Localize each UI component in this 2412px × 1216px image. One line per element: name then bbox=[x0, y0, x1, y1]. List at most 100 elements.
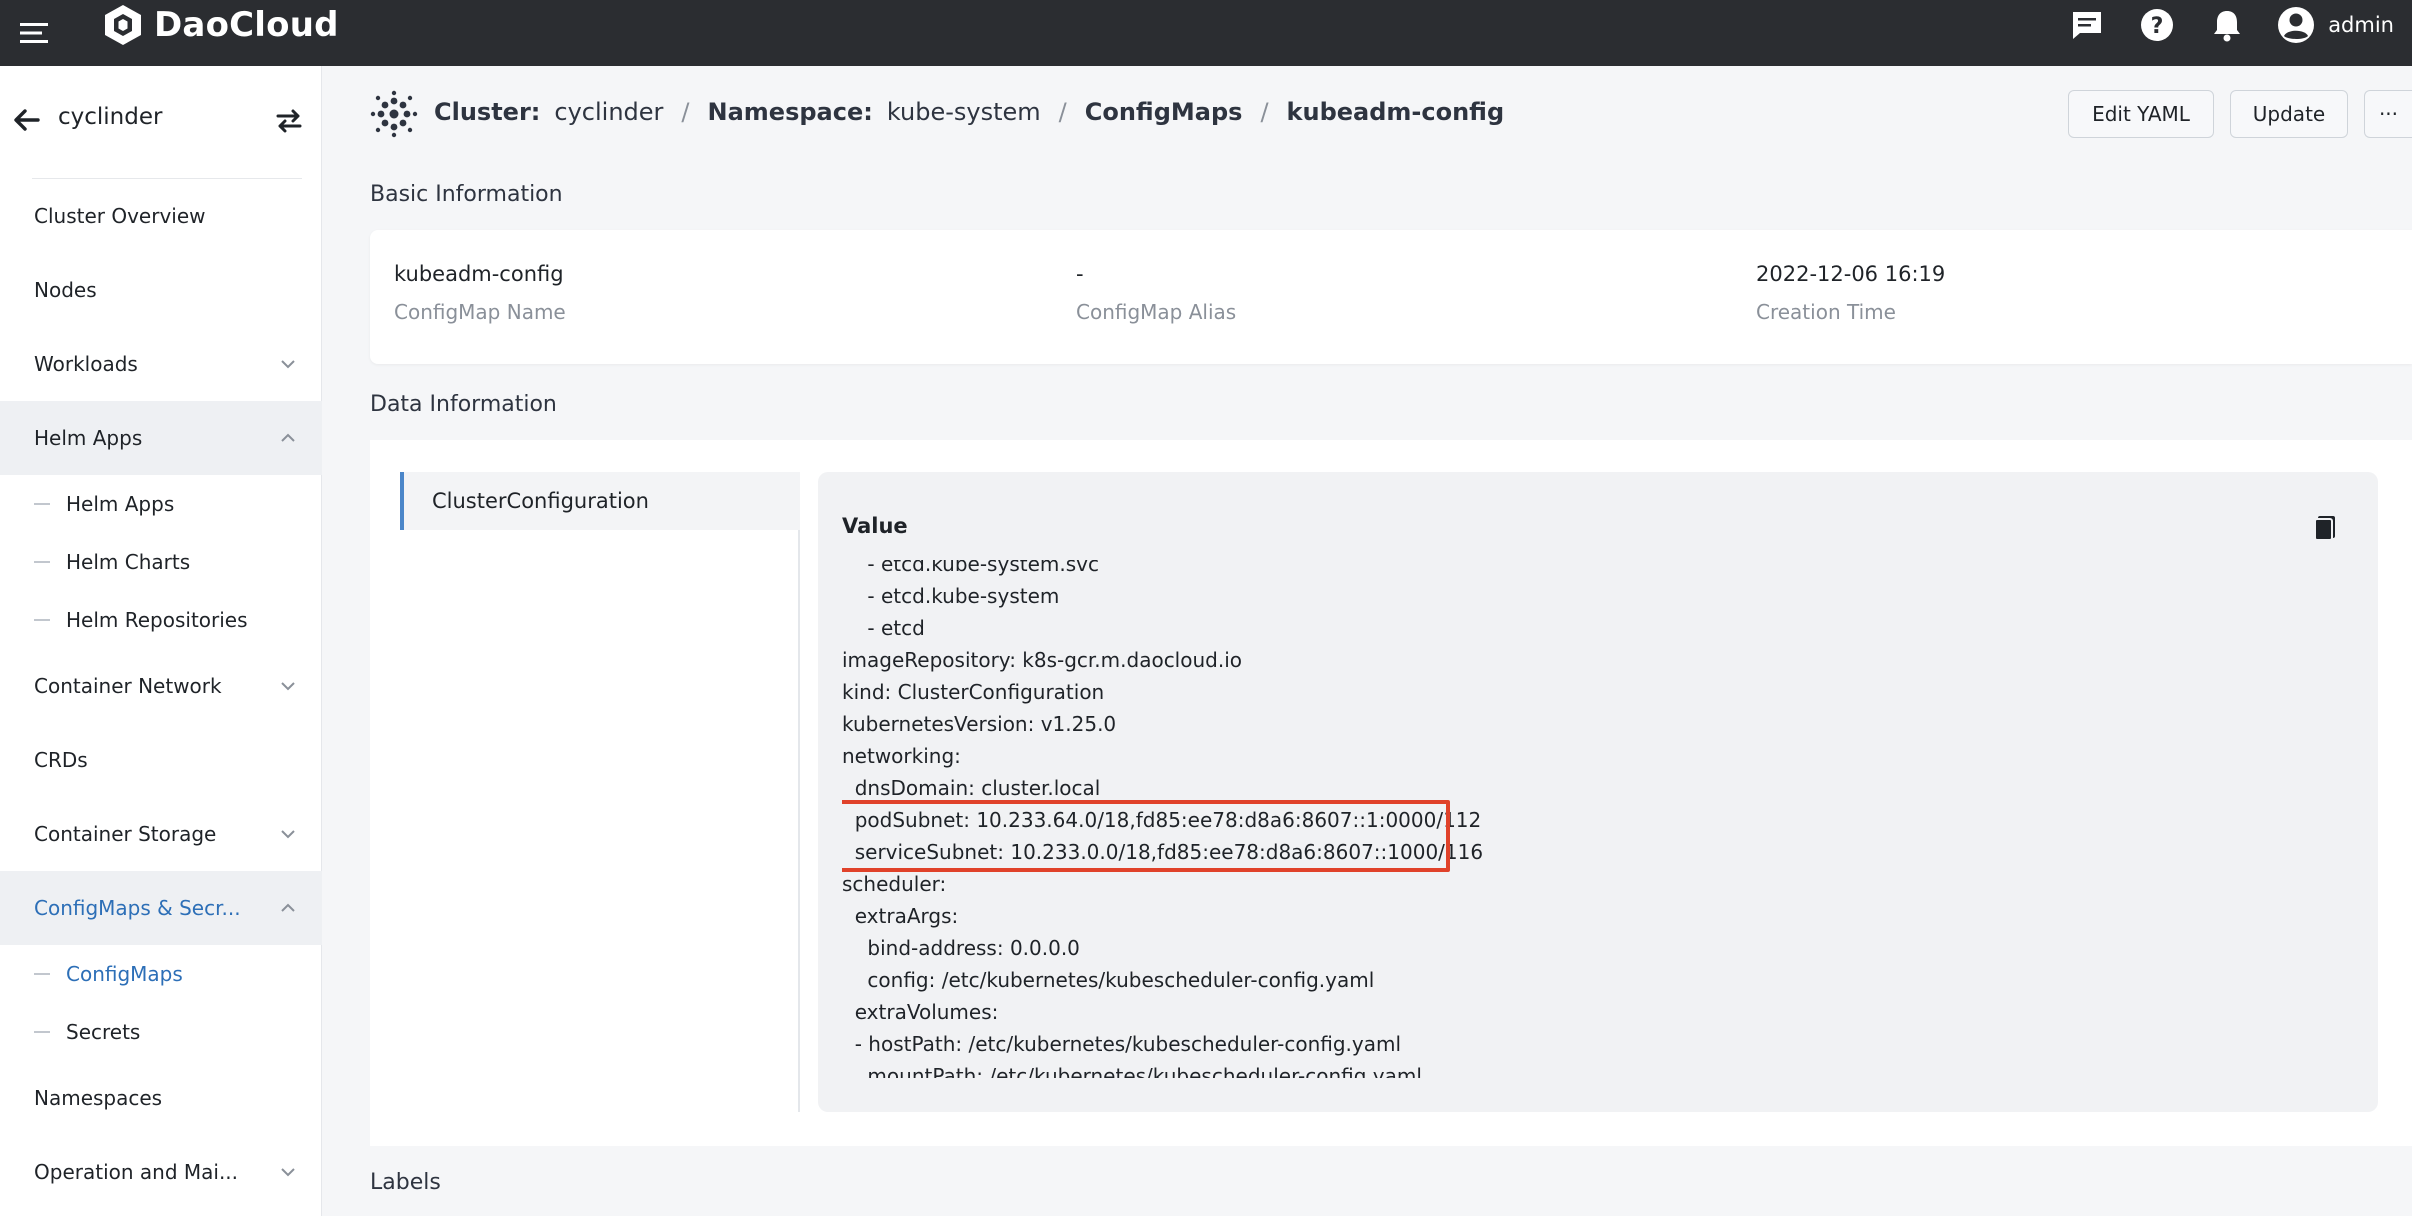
code-line: scheduler: bbox=[842, 872, 947, 896]
sidebar-item-label: Operation and Mai... bbox=[34, 1160, 239, 1184]
code-line: kubernetesVersion: v1.25.0 bbox=[842, 712, 1117, 736]
creation-time-value: 2022-12-06 16:19 bbox=[1756, 262, 1946, 286]
sidebar-subitem-helm-charts[interactable]: Helm Charts bbox=[0, 533, 322, 591]
cluster-icon bbox=[370, 90, 418, 138]
sidebar-subitem-label: Secrets bbox=[66, 1020, 141, 1044]
cluster-name: cyclinder bbox=[58, 104, 163, 130]
copy-icon[interactable] bbox=[2310, 512, 2340, 542]
chevron-up-icon bbox=[281, 903, 295, 912]
sidebar-subitem-label: Helm Apps bbox=[66, 492, 175, 516]
sidebar-subitem-helm-repositories[interactable]: Helm Repositories bbox=[0, 591, 322, 649]
configmap-name-label: ConfigMap Name bbox=[394, 300, 566, 324]
sidebar-item-label: Helm Apps bbox=[34, 426, 143, 450]
sidebar-item-label: Namespaces bbox=[34, 1086, 163, 1110]
code-line: networking: bbox=[842, 744, 961, 768]
breadcrumb-configmaps[interactable]: ConfigMaps bbox=[1085, 98, 1243, 126]
message-button[interactable] bbox=[2066, 4, 2108, 46]
breadcrumb-namespace-label: Namespace: bbox=[707, 98, 873, 126]
daocloud-logo-icon bbox=[105, 5, 141, 45]
chevron-down-icon bbox=[281, 830, 295, 839]
yaml-code-view[interactable]: - etcd.kube-system.svc - etcd.kube-syste… bbox=[842, 560, 2342, 1078]
sidebar-item-crds[interactable]: CRDs bbox=[0, 723, 322, 797]
main-content: Cluster: cyclinder / Namespace: kube-sys… bbox=[322, 66, 2412, 1216]
sidebar-item-label: Workloads bbox=[34, 352, 138, 376]
more-actions-button[interactable]: ··· bbox=[2364, 90, 2412, 138]
sidebar-item-label: Nodes bbox=[34, 278, 97, 302]
yaml-code-content: - etcd.kube-system.svc - etcd.kube-syste… bbox=[842, 560, 1483, 1078]
user-avatar-icon bbox=[2278, 7, 2315, 43]
basic-info-title: Basic Information bbox=[370, 182, 563, 207]
creation-time-label: Creation Time bbox=[1756, 300, 1896, 324]
sidebar-item-container-network[interactable]: Container Network bbox=[0, 649, 322, 723]
chevron-down-icon bbox=[281, 360, 295, 369]
breadcrumb: Cluster: cyclinder / Namespace: kube-sys… bbox=[434, 98, 1504, 126]
code-line: bind-address: 0.0.0.0 bbox=[842, 936, 1080, 960]
sidebar-item-namespaces[interactable]: Namespaces bbox=[0, 1061, 322, 1135]
code-line: extraArgs: bbox=[842, 904, 959, 928]
message-icon bbox=[2073, 12, 2102, 39]
update-button[interactable]: Update bbox=[2230, 90, 2348, 138]
brand-logo[interactable]: DaoCloud bbox=[100, 0, 339, 50]
tab-clusterconfiguration[interactable]: ClusterConfiguration bbox=[400, 472, 800, 530]
configmap-name-value: kubeadm-config bbox=[394, 262, 564, 286]
sidebar-subitem-label: ConfigMaps bbox=[66, 962, 183, 986]
data-info-card: ClusterConfiguration Value - etcd.kube-s… bbox=[370, 440, 2412, 1146]
code-line: kind: ClusterConfiguration bbox=[842, 680, 1105, 704]
code-line: config: /etc/kubernetes/kubescheduler-co… bbox=[842, 968, 1375, 992]
sidebar-subitem-label: Helm Charts bbox=[66, 550, 191, 574]
code-line: imageRepository: k8s-gcr.m.daocloud.io bbox=[842, 648, 1242, 672]
data-info-title: Data Information bbox=[370, 392, 557, 417]
sidebar-item-operation-maintenance[interactable]: Operation and Mai... bbox=[0, 1135, 322, 1209]
sidebar-item-nodes[interactable]: Nodes bbox=[0, 253, 322, 327]
notifications-button[interactable] bbox=[2206, 4, 2248, 46]
breadcrumb-separator: / bbox=[681, 98, 690, 126]
sidebar-item-cluster-overview[interactable]: Cluster Overview bbox=[0, 179, 322, 253]
sidebar-subitem-secrets[interactable]: Secrets bbox=[0, 1003, 322, 1061]
back-arrow-icon[interactable] bbox=[8, 103, 44, 139]
breadcrumb-separator: / bbox=[1260, 98, 1269, 126]
user-menu[interactable]: admin bbox=[2276, 5, 2394, 45]
sidebar-subitem-helm-apps[interactable]: Helm Apps bbox=[0, 475, 322, 533]
sidebar-item-configmaps-secrets[interactable]: ConfigMaps & Secr... bbox=[0, 871, 322, 945]
sidebar: cyclinder Cluster Overview Nodes Workloa… bbox=[0, 66, 322, 1216]
labels-title: Labels bbox=[370, 1170, 441, 1195]
sidebar-item-container-storage[interactable]: Container Storage bbox=[0, 797, 322, 871]
configmap-alias-value: - bbox=[1076, 262, 1084, 286]
code-line: - etcd.kube-system.svc bbox=[842, 560, 1099, 576]
sidebar-item-helm-apps[interactable]: Helm Apps bbox=[0, 401, 322, 475]
sidebar-item-label: ConfigMaps & Secr... bbox=[34, 896, 241, 920]
configmap-alias-label: ConfigMap Alias bbox=[1076, 300, 1237, 324]
cluster-header: cyclinder bbox=[0, 66, 322, 178]
bell-icon bbox=[2214, 11, 2241, 42]
code-line: - etcd bbox=[842, 616, 925, 640]
code-line: - hostPath: /etc/kubernetes/kubeschedule… bbox=[842, 1032, 1402, 1056]
sidebar-subitem-configmaps[interactable]: ConfigMaps bbox=[0, 945, 322, 1003]
sidebar-item-label: Cluster Overview bbox=[34, 204, 206, 228]
menu-icon[interactable] bbox=[18, 16, 52, 50]
breadcrumb-namespace-value[interactable]: kube-system bbox=[887, 98, 1041, 126]
top-bar: DaoCloud ? admin bbox=[0, 0, 2412, 66]
chevron-down-icon bbox=[281, 682, 295, 691]
svg-text:?: ? bbox=[2151, 14, 2164, 39]
help-button[interactable]: ? bbox=[2136, 4, 2178, 46]
code-line: mountPath: /etc/kubernetes/kubescheduler… bbox=[842, 1064, 1422, 1078]
edit-yaml-button[interactable]: Edit YAML bbox=[2068, 90, 2214, 138]
sidebar-item-workloads[interactable]: Workloads bbox=[0, 327, 322, 401]
value-panel: Value - etcd.kube-system.svc - etcd.kube… bbox=[818, 472, 2378, 1112]
code-line: - etcd.kube-system bbox=[842, 584, 1060, 608]
user-name: admin bbox=[2328, 13, 2394, 37]
data-key-list: ClusterConfiguration bbox=[400, 472, 800, 1112]
sidebar-item-label: Container Storage bbox=[34, 822, 217, 846]
chevron-up-icon bbox=[281, 433, 295, 442]
code-line: extraVolumes: bbox=[842, 1000, 999, 1024]
breadcrumb-current: kubeadm-config bbox=[1286, 98, 1505, 126]
basic-info-card: kubeadm-config ConfigMap Name - ConfigMa… bbox=[370, 230, 2412, 364]
breadcrumb-cluster-label: Cluster: bbox=[434, 98, 541, 126]
switch-cluster-icon[interactable] bbox=[272, 104, 306, 138]
breadcrumb-separator: / bbox=[1058, 98, 1067, 126]
brand-name: DaoCloud bbox=[154, 5, 339, 45]
sidebar-nav: Cluster Overview Nodes Workloads Helm Ap… bbox=[0, 179, 322, 1209]
breadcrumb-cluster-value[interactable]: cyclinder bbox=[554, 98, 663, 126]
sidebar-subitem-label: Helm Repositories bbox=[66, 608, 248, 632]
sidebar-item-label: Container Network bbox=[34, 674, 222, 698]
